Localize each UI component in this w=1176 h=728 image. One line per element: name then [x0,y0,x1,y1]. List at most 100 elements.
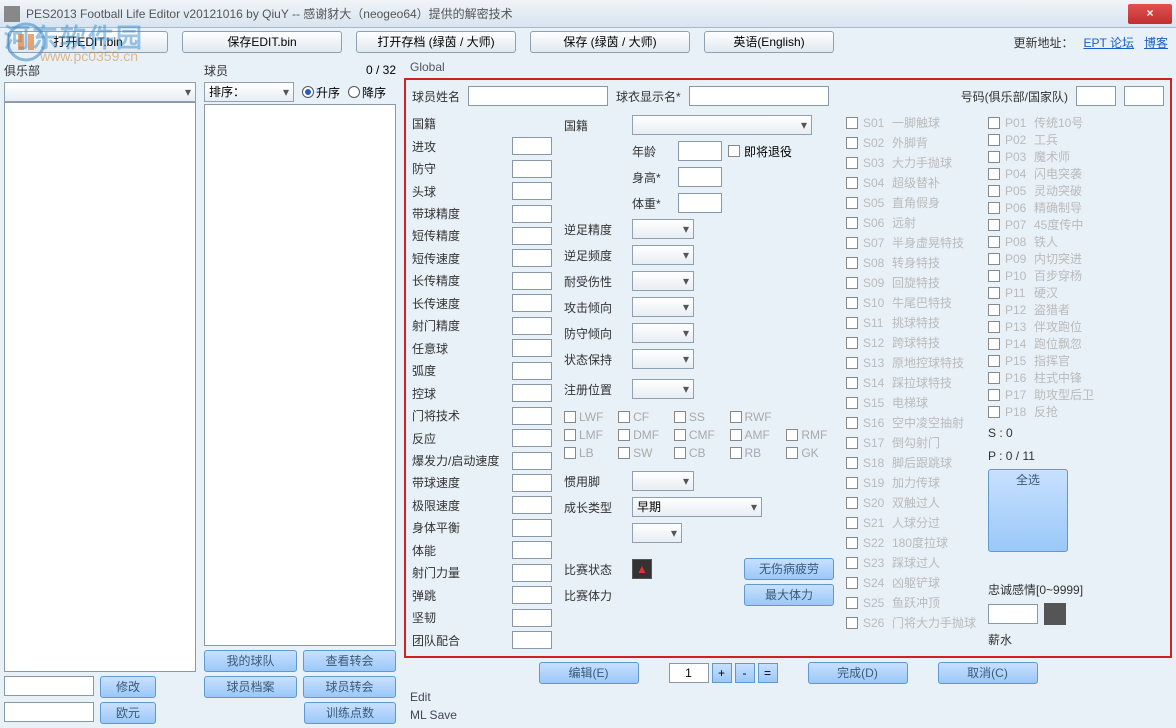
skill-check[interactable] [846,217,858,229]
cancel-button[interactable]: 取消(C) [938,662,1038,684]
skill-check[interactable] [846,257,858,269]
attr-input[interactable] [512,227,552,245]
attr-input[interactable] [512,452,552,470]
pstyle-check[interactable] [988,372,1000,384]
page-input[interactable] [669,663,709,683]
age-input[interactable] [678,141,722,161]
attr-input[interactable] [512,609,552,627]
weak-acc-combo[interactable] [632,219,694,239]
skill-check[interactable] [846,517,858,529]
view-transfer-button[interactable]: 查看转会 [303,650,396,672]
euro-input[interactable] [4,702,94,722]
attr-input[interactable] [512,407,552,425]
growth-combo[interactable]: 早期 [632,497,762,517]
club-combo[interactable] [4,82,196,102]
pstyle-check[interactable] [988,168,1000,180]
asc-radio[interactable] [302,86,314,98]
shirt-input[interactable] [689,86,829,106]
foot-combo[interactable] [632,471,694,491]
skill-check[interactable] [846,497,858,509]
skill-check[interactable] [846,137,858,149]
position-check[interactable] [564,429,576,441]
pstyle-check[interactable] [988,304,1000,316]
pstyle-check[interactable] [988,202,1000,214]
euro-button[interactable]: 欧元 [100,702,156,724]
position-check[interactable] [674,429,686,441]
atk-tend-combo[interactable] [632,297,694,317]
skill-check[interactable] [846,577,858,589]
nationality-combo[interactable] [632,115,812,135]
pstyle-check[interactable] [988,270,1000,282]
nation-number-input[interactable] [1124,86,1164,106]
skill-check[interactable] [846,177,858,189]
skill-check[interactable] [846,397,858,409]
attr-input[interactable] [512,519,552,537]
page-equal-button[interactable]: = [758,663,778,683]
attr-input[interactable] [512,272,552,290]
pstyle-check[interactable] [988,151,1000,163]
modify-button[interactable]: 修改 [100,676,156,698]
injury-combo[interactable] [632,271,694,291]
pstyle-check[interactable] [988,406,1000,418]
skill-check[interactable] [846,277,858,289]
weak-freq-combo[interactable] [632,245,694,265]
pstyle-check[interactable] [988,355,1000,367]
attr-input[interactable] [512,339,552,357]
player-list[interactable] [204,104,396,646]
page-plus-button[interactable]: + [712,663,732,683]
skill-check[interactable] [846,317,858,329]
weight-input[interactable] [678,193,722,213]
club-list[interactable] [4,102,196,672]
retire-check[interactable] [728,145,740,157]
pstyle-check[interactable] [988,389,1000,401]
sort-combo[interactable]: 排序： [204,82,294,102]
position-check[interactable] [786,429,798,441]
train-points-button[interactable]: 训练点数 [304,702,396,724]
position-check[interactable] [730,447,742,459]
global-tab[interactable]: Global [404,60,1172,78]
attr-input[interactable] [512,496,552,514]
attr-input[interactable] [512,205,552,223]
growth-sub-combo[interactable] [632,523,682,543]
attr-input[interactable] [512,586,552,604]
attr-input[interactable] [512,429,552,447]
pstyle-check[interactable] [988,253,1000,265]
pstyle-check[interactable] [988,117,1000,129]
pstyle-check[interactable] [988,338,1000,350]
skill-check[interactable] [846,237,858,249]
my-team-button[interactable]: 我的球队 [204,650,297,672]
skill-check[interactable] [846,597,858,609]
skill-check[interactable] [846,617,858,629]
skill-check[interactable] [846,537,858,549]
player-transfer-button[interactable]: 球员转会 [303,676,396,698]
open-save-button[interactable]: 打开存档 (绿茵 / 大师) [356,31,516,53]
height-input[interactable] [678,167,722,187]
skill-check[interactable] [846,297,858,309]
attr-input[interactable] [512,294,552,312]
club-search-input[interactable] [4,676,94,696]
position-check[interactable] [618,447,630,459]
name-input[interactable] [468,86,608,106]
position-check[interactable] [674,411,686,423]
position-check[interactable] [730,429,742,441]
skill-check[interactable] [846,357,858,369]
done-button[interactable]: 完成(D) [808,662,908,684]
position-check[interactable] [564,447,576,459]
pstyle-check[interactable] [988,236,1000,248]
attr-input[interactable] [512,182,552,200]
skill-check[interactable] [846,457,858,469]
position-check[interactable] [786,447,798,459]
position-check[interactable] [674,447,686,459]
pstyle-check[interactable] [988,185,1000,197]
position-check[interactable] [564,411,576,423]
max-stam-button[interactable]: 最大体力 [744,584,834,606]
close-button[interactable]: × [1128,4,1172,24]
select-all-button[interactable]: 全选 [988,469,1068,552]
loyalty-input[interactable] [988,604,1038,624]
pstyle-check[interactable] [988,134,1000,146]
save-save-button[interactable]: 保存 (绿茵 / 大师) [530,31,690,53]
skill-check[interactable] [846,157,858,169]
blog-link[interactable]: 博客 [1144,34,1168,51]
club-number-input[interactable] [1076,86,1116,106]
def-tend-combo[interactable] [632,323,694,343]
